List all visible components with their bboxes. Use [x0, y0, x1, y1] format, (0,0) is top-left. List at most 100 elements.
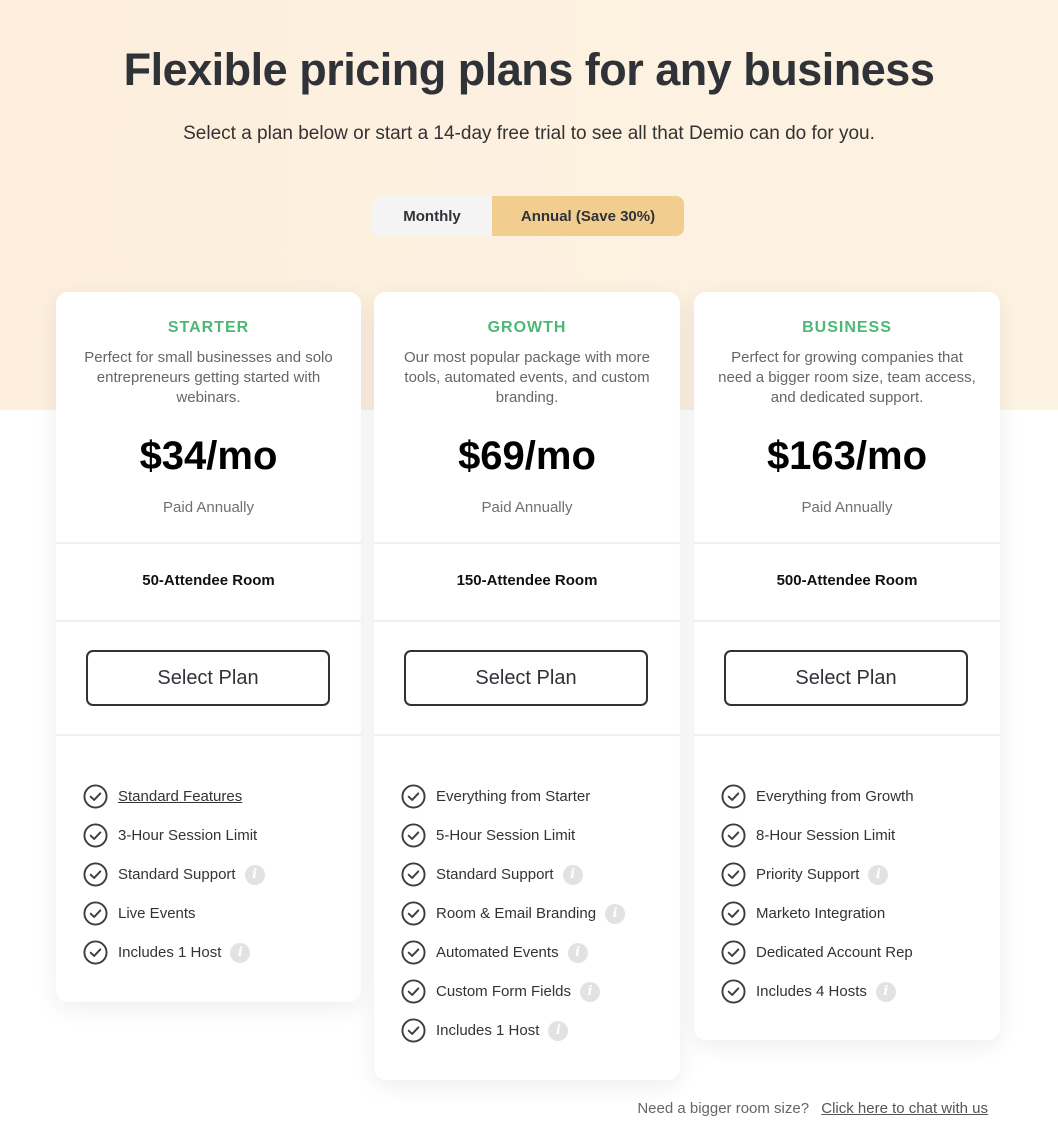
feature-item: Includes 4 Hosts i [721, 972, 990, 1011]
select-plan-button[interactable]: Select Plan [724, 650, 968, 706]
feature-item: 5-Hour Session Limit [401, 816, 670, 855]
plan-description: Perfect for small businesses and solo en… [84, 349, 333, 406]
feature-item: Custom Form Fields i [401, 972, 670, 1011]
check-circle-icon [401, 901, 426, 926]
plan-name: GROWTH [487, 319, 567, 336]
feature-item: 3-Hour Session Limit [83, 816, 351, 855]
feature-item: Automated Events i [401, 933, 670, 972]
feature-label: Everything from Growth [756, 788, 914, 805]
divider [694, 542, 1000, 544]
feature-label: Marketo Integration [756, 905, 886, 922]
feature-item: Everything from Growth [721, 777, 990, 816]
plan-name: BUSINESS [802, 319, 892, 336]
divider [374, 620, 680, 622]
divider [374, 542, 680, 544]
select-plan-button[interactable]: Select Plan [404, 650, 648, 706]
check-circle-icon [721, 823, 746, 848]
check-circle-icon [83, 784, 108, 809]
billing-toggle: Monthly Annual (Save 30%) [372, 196, 684, 236]
plan-card-starter: STARTER Perfect for small businesses and … [56, 292, 361, 1002]
feature-label: Dedicated Account Rep [756, 944, 913, 961]
feature-label: Includes 1 Host [436, 1022, 540, 1039]
feature-label: Everything from Starter [436, 788, 591, 805]
feature-list: Everything from Starter 5-Hour Session Li… [401, 777, 670, 1050]
check-circle-icon [401, 1018, 426, 1043]
check-circle-icon [401, 979, 426, 1004]
room-size: 150-Attendee Room [456, 572, 598, 589]
divider [56, 620, 361, 622]
feature-label: Priority Support [756, 866, 860, 883]
toggle-monthly[interactable]: Monthly [372, 196, 492, 236]
page-subtitle: Select a plan below or start a 14-day fr… [183, 123, 875, 144]
plan-card-business: BUSINESS Perfect for growing companies th… [694, 292, 1000, 1040]
info-icon[interactable]: i [868, 864, 889, 885]
toggle-annual[interactable]: Annual (Save 30%) [492, 196, 684, 236]
plan-price: $69/mo [458, 434, 596, 478]
billing-period: Paid Annually [801, 499, 893, 516]
feature-item: Live Events [83, 894, 351, 933]
feature-item: Standard Support i [401, 855, 670, 894]
divider [56, 542, 361, 544]
feature-item: Priority Support i [721, 855, 990, 894]
feature-label: Includes 1 Host [118, 944, 222, 961]
feature-label: Room & Email Branding [436, 905, 597, 922]
feature-item: 8-Hour Session Limit [721, 816, 990, 855]
footer-cta: Need a bigger room size? Click here to c… [637, 1100, 988, 1117]
feature-list: Everything from Growth 8-Hour Session Lim… [721, 777, 990, 1011]
check-circle-icon [721, 784, 746, 809]
plan-description: Perfect for growing companies that need … [718, 349, 976, 406]
feature-item: Dedicated Account Rep [721, 933, 990, 972]
feature-list: Standard Features 3-Hour Session Limit Sta… [83, 777, 351, 972]
info-icon[interactable]: i [230, 942, 251, 963]
feature-label: Automated Events [436, 944, 559, 961]
divider [374, 734, 680, 736]
check-circle-icon [401, 940, 426, 965]
feature-label[interactable]: Standard Features [118, 788, 242, 805]
info-icon[interactable]: i [580, 981, 601, 1002]
divider [694, 620, 1000, 622]
billing-period: Paid Annually [481, 499, 573, 516]
select-plan-button[interactable]: Select Plan [86, 650, 330, 706]
feature-label: 8-Hour Session Limit [756, 827, 896, 844]
plan-price: $34/mo [139, 434, 278, 478]
check-circle-icon [83, 901, 108, 926]
info-icon[interactable]: i [548, 1020, 569, 1041]
footer-question: Need a bigger room size? [637, 1100, 810, 1117]
info-icon[interactable]: i [244, 864, 265, 885]
info-icon[interactable]: i [562, 864, 583, 885]
room-size: 500-Attendee Room [776, 572, 918, 589]
info-icon[interactable]: i [875, 981, 896, 1002]
feature-label: 3-Hour Session Limit [118, 827, 258, 844]
feature-label: Standard Support [436, 866, 554, 883]
feature-label: 5-Hour Session Limit [436, 827, 576, 844]
check-circle-icon [83, 862, 108, 887]
check-circle-icon [401, 823, 426, 848]
feature-item: Standard Support i [83, 855, 351, 894]
feature-item: Includes 1 Host i [401, 1011, 670, 1050]
plan-description: Our most popular package with more tools… [404, 349, 650, 406]
plan-card-growth: GROWTH Our most popular package with more… [374, 292, 680, 1080]
feature-label: Live Events [118, 905, 196, 922]
check-circle-icon [721, 901, 746, 926]
check-circle-icon [83, 940, 108, 965]
check-circle-icon [721, 862, 746, 887]
check-circle-icon [721, 979, 746, 1004]
billing-period: Paid Annually [163, 499, 254, 516]
divider [56, 734, 361, 736]
feature-label: Includes 4 Hosts [756, 983, 867, 1000]
plan-price: $163/mo [766, 434, 928, 478]
feature-item: Standard Features [83, 777, 351, 816]
chat-link[interactable]: Click here to chat with us [821, 1100, 988, 1117]
check-circle-icon [721, 940, 746, 965]
page-title: Flexible pricing plans for any business [123, 44, 935, 95]
feature-label: Standard Support [118, 866, 236, 883]
feature-item: Everything from Starter [401, 777, 670, 816]
info-icon[interactable]: i [605, 903, 626, 924]
plan-name: STARTER [167, 319, 250, 336]
check-circle-icon [401, 784, 426, 809]
check-circle-icon [83, 823, 108, 848]
info-icon[interactable]: i [567, 942, 588, 963]
feature-item: Includes 1 Host i [83, 933, 351, 972]
room-size: 50-Attendee Room [142, 572, 275, 589]
feature-label: Custom Form Fields [436, 983, 572, 1000]
